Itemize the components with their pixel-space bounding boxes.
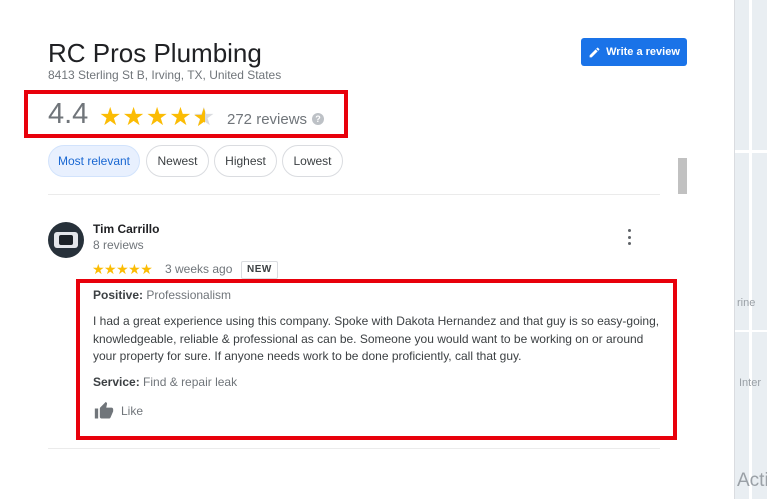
thumb-up-icon: [94, 401, 114, 419]
map-road: [735, 330, 767, 332]
reviewer-name[interactable]: Tim Carrillo: [93, 222, 159, 236]
map-label: Inter: [739, 377, 762, 389]
review-service: Service: Find & repair leak: [93, 375, 237, 389]
business-name: RC Pros Plumbing: [48, 38, 262, 68]
divider: [48, 194, 660, 195]
star-icon: ★★★★: [99, 103, 193, 131]
rating-stars: ★★★★★: [99, 102, 216, 132]
chip-label: Highest: [225, 154, 266, 168]
review-stars: ★★★★★: [92, 261, 153, 277]
new-badge: NEW: [241, 261, 278, 279]
chip-label: Newest: [157, 154, 198, 168]
chip-label: Lowest: [293, 154, 332, 168]
review-text: I had a great experience using this comp…: [93, 314, 660, 363]
review-count[interactable]: 272 reviews: [227, 111, 307, 128]
rating-value: 4.4: [48, 98, 89, 130]
positive-label: Positive:: [93, 288, 144, 302]
divider: [48, 448, 660, 449]
review-date: 3 weeks ago: [165, 262, 233, 276]
write-review-label: Write a review: [606, 46, 680, 58]
like-label: Like: [121, 404, 144, 418]
business-address: 8413 Sterling St B, Irving, TX, United S…: [48, 68, 282, 82]
write-review-button[interactable]: Write a review: [581, 38, 687, 66]
reviewer-review-count: 8 reviews: [93, 238, 144, 252]
pencil-icon: [589, 47, 600, 57]
help-icon[interactable]: ?: [312, 113, 324, 125]
more-vert-icon[interactable]: [622, 229, 636, 245]
scrollbar-thumb[interactable]: [678, 158, 687, 194]
map-road: [749, 0, 752, 499]
reviews-panel: RC Pros Plumbing 8413 Sterling St B, Irv…: [0, 0, 735, 499]
sort-chip-most-relevant[interactable]: Most relevant: [48, 145, 140, 177]
service-label: Service:: [93, 375, 140, 389]
like-button[interactable]: Like: [93, 401, 143, 421]
half-star-icon: ★: [193, 103, 216, 131]
positive-value: Professionalism: [146, 288, 232, 302]
review-positive: Positive: Professionalism: [93, 288, 231, 302]
avatar[interactable]: [48, 222, 84, 258]
map-background[interactable]: rine Inter Acti: [735, 0, 767, 499]
map-label: Acti: [737, 470, 767, 491]
sort-chip-newest[interactable]: Newest: [146, 145, 209, 177]
sort-chip-lowest[interactable]: Lowest: [282, 145, 343, 177]
map-label: rine: [737, 297, 756, 309]
service-value: Find & repair leak: [143, 375, 238, 389]
sort-chip-highest[interactable]: Highest: [214, 145, 277, 177]
chip-label: Most relevant: [57, 154, 131, 168]
